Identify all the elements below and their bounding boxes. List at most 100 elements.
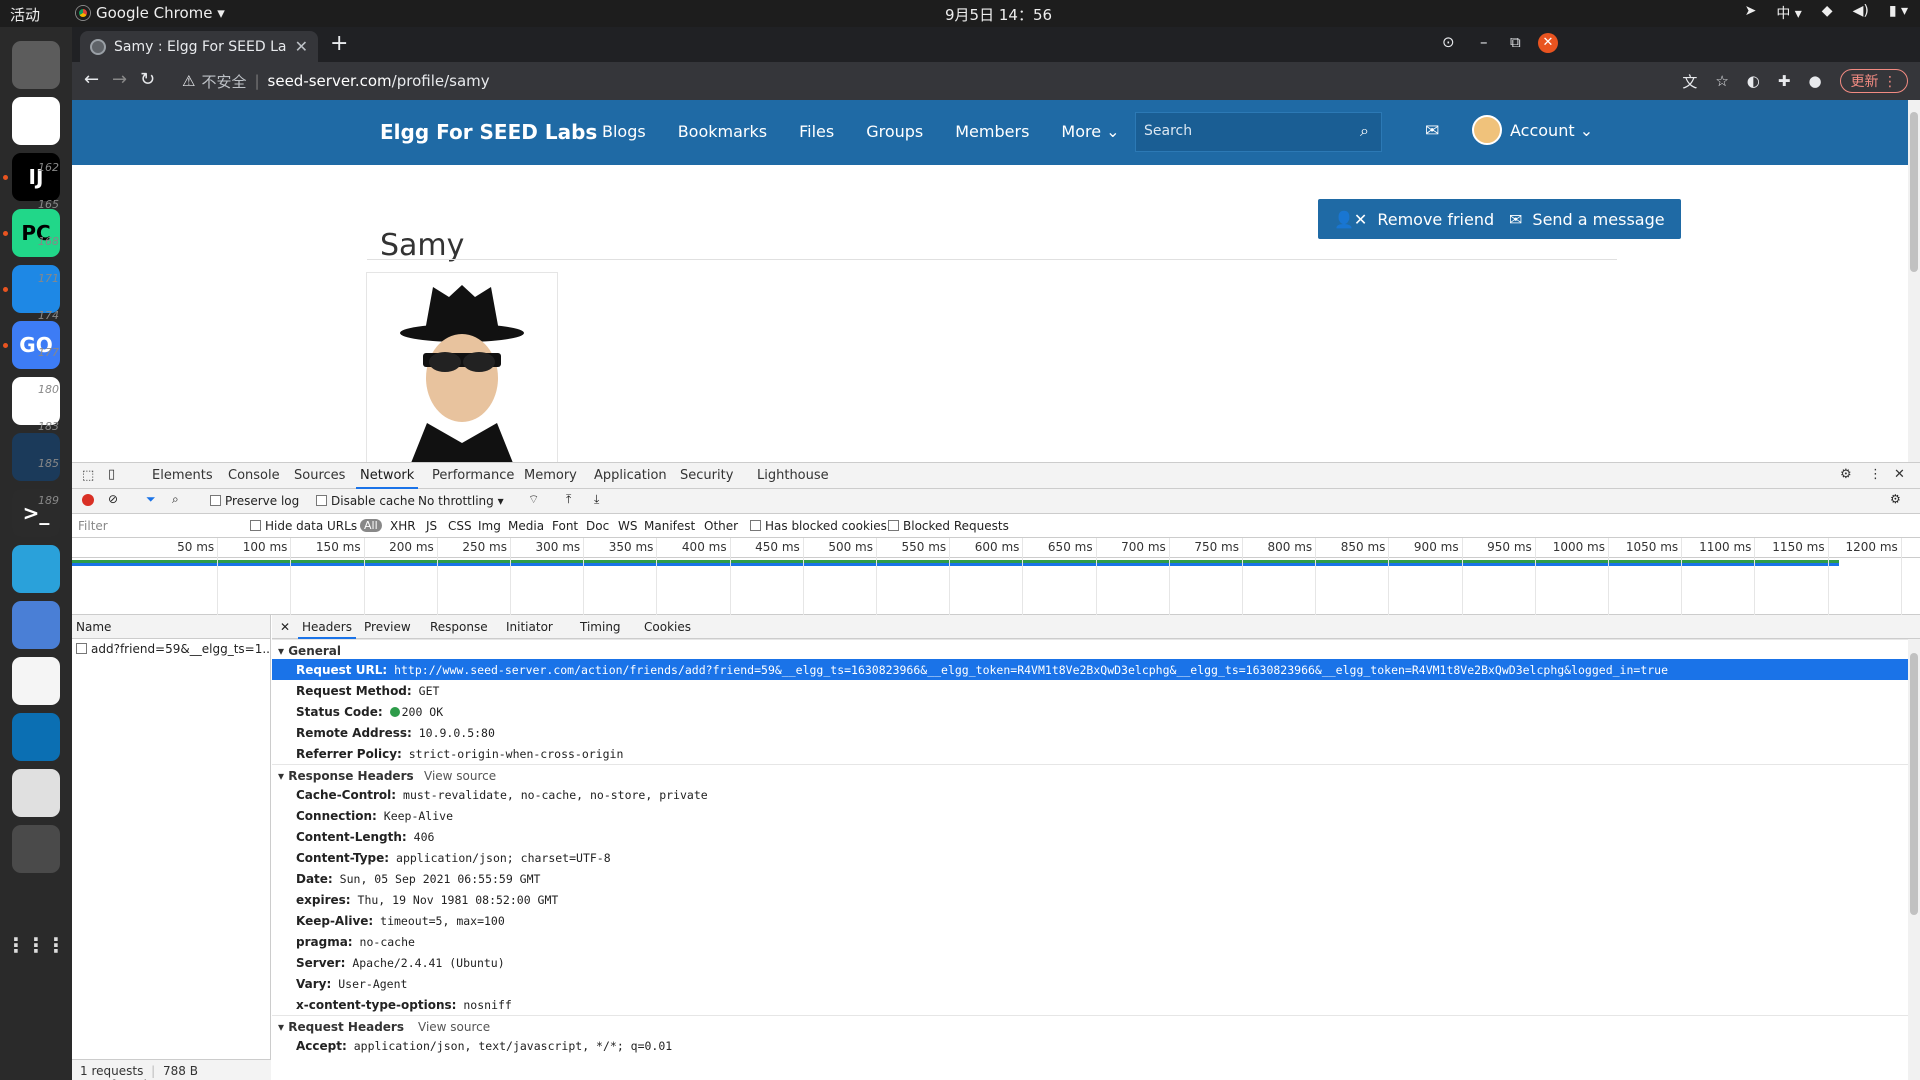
bookmark-star-icon[interactable]: ☆ (1715, 72, 1728, 90)
details-scrollbar-thumb[interactable] (1910, 653, 1918, 915)
header-row[interactable]: pragma: no-cache (272, 931, 1920, 952)
general-section-header[interactable]: ▾ General (272, 639, 1920, 659)
network-timeline[interactable]: 50 ms 100 ms 150 ms 200 ms 250 ms 300 ms 350 m… (72, 538, 1920, 615)
dock-telegram-icon[interactable] (12, 545, 60, 593)
update-button[interactable]: 更新 ⋮ (1839, 69, 1908, 93)
detail-tab-cookies[interactable]: Cookies (644, 620, 691, 634)
menu-item-files[interactable]: Files (799, 122, 834, 141)
type-filter-ws[interactable]: WS (618, 519, 637, 533)
search-icon[interactable]: ⌕ (1360, 121, 1369, 141)
menu-item-more[interactable]: More ⌄ (1061, 122, 1119, 141)
tab-search-icon[interactable]: ⊙ (1442, 33, 1455, 51)
header-row[interactable]: expires: Thu, 19 Nov 1981 08:52:00 GMT (272, 889, 1920, 910)
dock-screenshot-icon[interactable] (12, 601, 60, 649)
profile-avatar-image[interactable] (366, 272, 558, 462)
dock-chrome-icon[interactable] (12, 97, 60, 145)
header-row[interactable]: Accept: application/json, text/javascrip… (272, 1035, 1920, 1056)
detail-tab-preview[interactable]: Preview (364, 620, 411, 634)
header-row[interactable]: Date: Sun, 05 Sep 2021 06:55:59 GMT (272, 868, 1920, 889)
page-scrollbar[interactable] (1908, 100, 1920, 462)
record-icon[interactable] (82, 494, 94, 506)
response-view-source-link[interactable]: View source (424, 769, 496, 783)
blocked-requests-checkbox[interactable]: Blocked Requests (888, 519, 1009, 533)
type-filter-js[interactable]: JS (426, 519, 437, 533)
header-row[interactable]: Vary: User-Agent (272, 973, 1920, 994)
filter-input[interactable]: Filter (78, 519, 238, 533)
battery-icon[interactable]: ▮ ▾ (1889, 3, 1908, 23)
forward-button[interactable]: → (112, 69, 127, 90)
detail-tab-timing[interactable]: Timing (580, 620, 621, 634)
header-row[interactable]: Cache-Control: must-revalidate, no-cache… (272, 784, 1920, 805)
tab-performance[interactable]: Performance (432, 468, 514, 483)
type-filter-manifest[interactable]: Manifest (644, 519, 695, 533)
tab-console[interactable]: Console (228, 468, 280, 483)
extension-icon[interactable]: ◐ (1747, 72, 1760, 90)
profile-avatar[interactable]: ● (1808, 72, 1821, 90)
menu-item-members[interactable]: Members (955, 122, 1029, 141)
show-applications-icon[interactable]: ⋮⋮⋮ (6, 921, 66, 969)
dock-vmware-icon[interactable] (12, 713, 60, 761)
tab-lighthouse[interactable]: Lighthouse (757, 468, 829, 483)
has-blocked-cookies-checkbox[interactable]: Has blocked cookies (750, 519, 887, 533)
header-row[interactable]: Request URL: http://www.seed-server.com/… (272, 659, 1920, 680)
header-row[interactable]: x-content-type-options: nosniff (272, 994, 1920, 1015)
activities-button[interactable]: 活动 (10, 4, 40, 25)
reload-button[interactable]: ↻ (140, 69, 155, 90)
clear-icon[interactable]: ⊘ (108, 492, 118, 506)
preserve-log-checkbox[interactable]: Preserve log (210, 494, 299, 508)
tab-network[interactable]: Network (355, 468, 419, 489)
volume-icon[interactable]: ◀) (1853, 3, 1869, 23)
tab-elements[interactable]: Elements (152, 468, 213, 483)
detail-tab-headers[interactable]: Headers (298, 620, 356, 639)
header-row[interactable]: Remote Address: 10.9.0.5:80 (272, 722, 1920, 743)
throttling-select[interactable]: No throttling ▾ (418, 494, 504, 508)
tab-application[interactable]: Application (594, 468, 667, 483)
puzzle-extensions-icon[interactable]: ✚ (1778, 72, 1791, 90)
response-headers-section-header[interactable]: ▾ Response Headers View source (272, 764, 1920, 784)
type-filter-img[interactable]: Img (478, 519, 501, 533)
type-filter-other[interactable]: Other (704, 519, 738, 533)
tab-sources[interactable]: Sources (294, 468, 345, 483)
detail-tab-initiator[interactable]: Initiator (506, 620, 553, 634)
close-details-icon[interactable]: ✕ (280, 620, 290, 634)
header-row[interactable]: Keep-Alive: timeout=5, max=100 (272, 910, 1920, 931)
inspect-element-icon[interactable]: ⬚ (82, 468, 94, 483)
filter-icon[interactable]: ⏷ (146, 492, 156, 507)
type-filter-doc[interactable]: Doc (586, 519, 609, 533)
header-row[interactable]: Connection: Keep-Alive (272, 805, 1920, 826)
close-window-button[interactable]: ✕ (1538, 33, 1558, 53)
tab-memory[interactable]: Memory (524, 468, 577, 483)
site-brand[interactable]: Elgg For SEED Labs (380, 120, 597, 144)
dock-text-editor-icon[interactable] (12, 657, 60, 705)
hide-data-urls-checkbox[interactable]: Hide data URLs (250, 519, 357, 533)
type-filter-all[interactable]: All (360, 519, 382, 532)
minimize-button[interactable]: – (1480, 33, 1488, 51)
details-scrollbar[interactable] (1908, 639, 1920, 1080)
remove-friend-button[interactable]: 👤✕ Remove friend (1318, 199, 1511, 239)
type-filter-css[interactable]: CSS (448, 519, 472, 533)
detail-tab-response[interactable]: Response (430, 620, 488, 634)
header-row[interactable]: Referrer Policy: strict-origin-when-cros… (272, 743, 1920, 764)
dock-goland-icon[interactable]: GO (12, 321, 60, 369)
menu-item-bookmarks[interactable]: Bookmarks (678, 122, 767, 141)
menu-item-groups[interactable]: Groups (866, 122, 923, 141)
more-options-icon[interactable]: ⋮ (1869, 467, 1882, 482)
menu-item-blogs[interactable]: Blogs (602, 122, 646, 141)
type-filter-media[interactable]: Media (508, 519, 544, 533)
url-text[interactable]: seed-server.com/profile/samy (268, 72, 490, 90)
request-headers-section-header[interactable]: ▾ Request Headers View source (272, 1015, 1920, 1035)
dock-drive-icon[interactable] (12, 825, 60, 873)
site-search-input[interactable]: Search ⌕ (1135, 112, 1382, 152)
send-message-button[interactable]: ✉ Send a message (1493, 199, 1681, 239)
system-tray[interactable]: ➤ 中 ▾ ◆ ◀) ▮ ▾ (1745, 3, 1908, 23)
address-bar[interactable]: ⚠ 不安全 | seed-server.com/profile/samy (182, 68, 1742, 94)
search-icon[interactable]: ⌕ (172, 492, 179, 507)
dock-document-viewer-icon[interactable] (12, 769, 60, 817)
page-scrollbar-thumb[interactable] (1910, 112, 1918, 272)
translate-icon[interactable]: 文 (1682, 71, 1697, 92)
warning-icon[interactable]: ⚠ (182, 72, 195, 90)
back-button[interactable]: ← (84, 69, 99, 90)
app-menu[interactable]: Google Chrome ▾ (76, 4, 225, 22)
dock-files-icon[interactable] (12, 41, 60, 89)
browser-tab[interactable]: Samy : Elgg For SEED Labs ✕ (80, 31, 318, 62)
